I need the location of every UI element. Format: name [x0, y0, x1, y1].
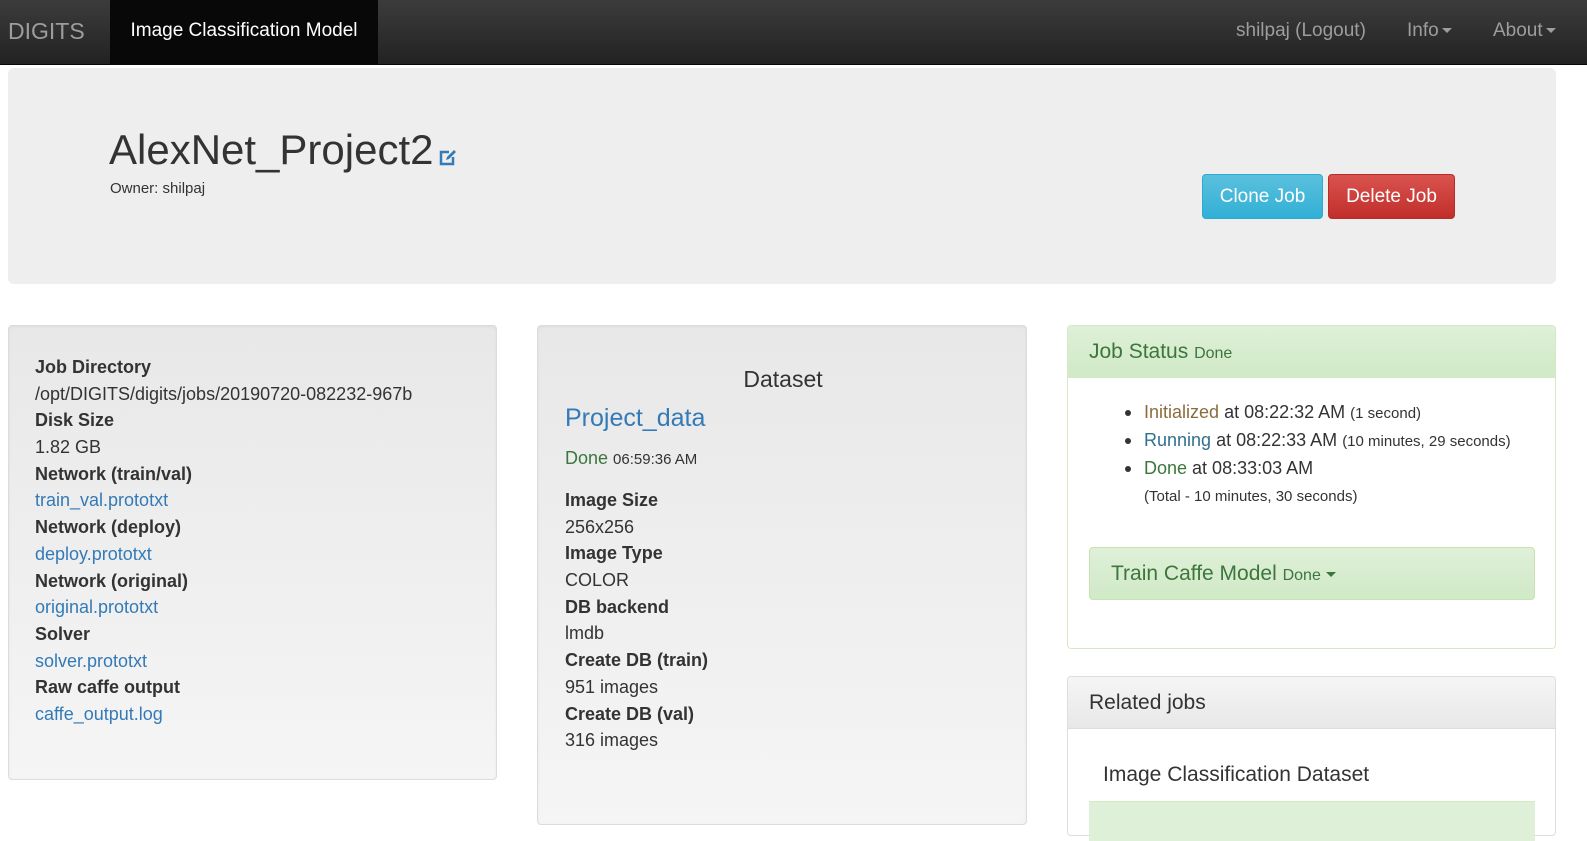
deploy-prototxt-link[interactable]: deploy.prototxt	[35, 544, 152, 564]
caret-down-icon	[1441, 28, 1452, 34]
dataset-info-list: Image Size 256x256 Image Type COLOR DB b…	[565, 487, 708, 754]
clone-job-button[interactable]: Clone Job	[1202, 174, 1323, 219]
job-status-panel: Job Status Done Initialized at 08:22:32 …	[1067, 325, 1556, 649]
job-info-well: Job Directory /opt/DIGITS/digits/jobs/20…	[8, 325, 497, 780]
info-menu[interactable]: Info	[1407, 0, 1452, 64]
nav-current-page[interactable]: Image Classification Model	[110, 0, 378, 64]
step-duration: (Total - 10 minutes, 30 seconds)	[1144, 488, 1358, 505]
job-directory-value: /opt/DIGITS/digits/jobs/20190720-082232-…	[35, 383, 413, 404]
image-size-label: Image Size	[565, 490, 659, 510]
status-step: Running at 08:22:33 AM (10 minutes, 29 s…	[1125, 427, 1524, 455]
job-status-state: Done	[1194, 345, 1233, 362]
dataset-status-label: Done	[565, 448, 609, 468]
dataset-heading: Dataset	[743, 366, 823, 392]
caffe-output-log-link[interactable]: caffe_output.log	[35, 704, 163, 724]
image-type-value: COLOR	[565, 570, 630, 591]
disk-size-value: 1.82 GB	[35, 437, 102, 458]
job-status-title: Job Status	[1089, 340, 1189, 363]
step-duration: (1 second)	[1350, 405, 1422, 422]
step-time: at 08:33:03 AM	[1192, 458, 1314, 478]
create-db-train-value: 951 images	[565, 676, 659, 697]
job-name: AlexNet_Project2	[109, 126, 434, 173]
solver-prototxt-link[interactable]: solver.prototxt	[35, 651, 147, 671]
edit-icon[interactable]	[438, 130, 458, 178]
about-menu-label: About	[1493, 20, 1543, 41]
related-job-item: Image Classification Dataset	[1103, 763, 1370, 786]
step-time: at 08:22:33 AM	[1216, 430, 1338, 450]
dataset-status: Done 06:59:36 AM	[565, 448, 697, 469]
step-duration: (10 minutes, 29 seconds)	[1342, 433, 1511, 450]
dataset-status-time: 06:59:36 AM	[613, 451, 698, 468]
db-backend-label: DB backend	[565, 596, 670, 617]
about-menu[interactable]: About	[1493, 0, 1556, 64]
job-title: AlexNet_Project2	[109, 126, 458, 178]
delete-job-button[interactable]: Delete Job	[1328, 174, 1455, 219]
info-menu-label: Info	[1407, 20, 1439, 41]
logout-link[interactable]: shilpaj (Logout)	[1236, 0, 1366, 64]
related-jobs-heading: Related jobs	[1068, 677, 1555, 729]
train-caffe-model-toggle[interactable]: Train Caffe Model Done	[1089, 547, 1535, 600]
dataset-well: Dataset Project_data Done 06:59:36 AM Im…	[537, 325, 1027, 825]
job-status-heading: Job Status Done	[1068, 326, 1555, 378]
create-db-train-label: Create DB (train)	[565, 650, 709, 671]
job-info-list: Job Directory /opt/DIGITS/digits/jobs/20…	[35, 354, 412, 728]
network-trainval-label: Network (train/val)	[35, 463, 193, 484]
image-type-label: Image Type	[565, 543, 663, 564]
network-deploy-label: Network (deploy)	[35, 517, 182, 538]
dataset-link[interactable]: Project_data	[565, 404, 705, 433]
solver-label: Solver	[35, 623, 91, 644]
original-prototxt-link[interactable]: original.prototxt	[35, 597, 158, 617]
raw-caffe-output-label: Raw caffe output	[35, 677, 181, 698]
related-job-entry[interactable]	[1089, 801, 1535, 841]
image-size-value: 256x256	[565, 516, 635, 537]
caret-down-icon	[1545, 28, 1556, 34]
step-state: Done	[1144, 458, 1188, 478]
caret-down-icon	[1325, 571, 1336, 577]
status-timeline: Initialized at 08:22:32 AM (1 second) Ru…	[1125, 399, 1524, 510]
job-owner: Owner: shilpaj	[110, 180, 206, 197]
create-db-val-value: 316 images	[565, 730, 659, 751]
job-directory-label: Job Directory	[35, 357, 152, 377]
status-step: Initialized at 08:22:32 AM (1 second)	[1125, 399, 1524, 427]
step-state: Running	[1144, 430, 1212, 450]
task-state: Done	[1282, 567, 1321, 584]
train-val-prototxt-link[interactable]: train_val.prototxt	[35, 490, 168, 510]
step-state: Initialized	[1144, 402, 1220, 422]
status-step: Done at 08:33:03 AM (Total - 10 minutes,…	[1125, 455, 1524, 510]
job-header: AlexNet_Project2 Owner: shilpaj Clone Jo…	[8, 68, 1556, 284]
create-db-val-label: Create DB (val)	[565, 703, 695, 724]
related-jobs-panel: Related jobs Image Classification Datase…	[1067, 676, 1556, 841]
brand-logo[interactable]: DIGITS	[0, 0, 110, 64]
network-original-label: Network (original)	[35, 570, 189, 591]
step-time: at 08:22:32 AM	[1224, 402, 1346, 422]
task-name: Train Caffe Model	[1111, 562, 1277, 585]
db-backend-value: lmdb	[565, 623, 605, 644]
top-navbar: DIGITS Image Classification Model shilpa…	[0, 0, 1587, 65]
disk-size-label: Disk Size	[35, 410, 115, 431]
